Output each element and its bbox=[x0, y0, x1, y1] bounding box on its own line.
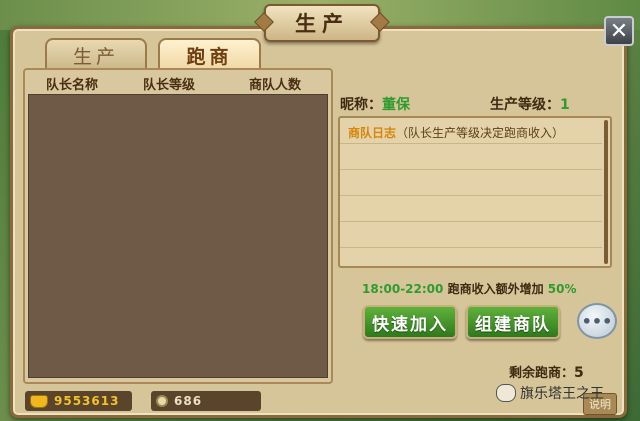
bonus-percent: 50% bbox=[547, 282, 577, 296]
column-header-team-size: 商队人数 bbox=[249, 78, 302, 93]
close-icon: ✕ bbox=[609, 18, 629, 44]
bonus-time: 18:00-22:00 bbox=[362, 282, 444, 296]
log-tag: 商队日志 bbox=[348, 126, 397, 140]
gold-counter: 9553613 bbox=[25, 391, 132, 411]
tab-production[interactable]: 生产 bbox=[45, 38, 147, 70]
log-text: （队长生产等级决定跑商收入） bbox=[396, 126, 565, 140]
chat-bubble-icon: ••• bbox=[581, 311, 613, 331]
nickname-row: 昵称：董保 bbox=[340, 94, 410, 114]
gold-ingot-icon bbox=[30, 394, 48, 408]
quick-join-button[interactable]: 快速加入 bbox=[363, 305, 457, 339]
close-button[interactable]: ✕ bbox=[604, 16, 634, 46]
log-scrollbar[interactable] bbox=[604, 120, 608, 264]
log-divider bbox=[340, 221, 602, 222]
tab-trading[interactable]: 跑商 bbox=[158, 38, 261, 70]
watermark-text: 旗乐塔王之王 bbox=[520, 386, 604, 402]
log-divider bbox=[340, 247, 602, 248]
remaining-value: 5 bbox=[574, 365, 584, 381]
remaining-trades: 剩余跑商：5 bbox=[509, 362, 584, 381]
team-log-box[interactable]: 商队日志（队长生产等级决定跑商收入） bbox=[338, 116, 612, 268]
log-divider bbox=[340, 143, 602, 144]
chat-button[interactable]: ••• bbox=[577, 303, 617, 339]
wechat-icon bbox=[496, 384, 516, 402]
log-divider bbox=[340, 195, 602, 196]
log-entry: 商队日志（队长生产等级决定跑商收入） bbox=[348, 124, 564, 141]
column-header-captain-name: 队长名称 bbox=[46, 78, 99, 93]
bonus-notice: 18:00-22:00 跑商收入额外增加 50% bbox=[362, 280, 577, 297]
nickname-value: 董保 bbox=[382, 97, 410, 113]
gold-value: 9553613 bbox=[54, 394, 120, 408]
coin-icon bbox=[156, 395, 168, 407]
column-header-captain-level: 队长等级 bbox=[143, 78, 196, 93]
production-level-row: 生产等级：1 bbox=[490, 94, 570, 114]
nickname-label: 昵称： bbox=[340, 97, 382, 113]
coin-counter: 686 bbox=[151, 391, 261, 411]
window-title: 生产 bbox=[264, 4, 380, 42]
coin-value: 686 bbox=[174, 394, 203, 408]
remaining-label: 剩余跑商： bbox=[509, 366, 575, 381]
production-level-value: 1 bbox=[560, 97, 570, 113]
production-level-label: 生产等级： bbox=[490, 97, 560, 113]
team-list[interactable] bbox=[28, 94, 328, 378]
watermark: 旗乐塔王之王 bbox=[496, 383, 604, 403]
create-team-button[interactable]: 组建商队 bbox=[466, 305, 560, 339]
log-divider bbox=[340, 169, 602, 170]
bonus-text: 跑商收入额外增加 bbox=[447, 282, 544, 296]
